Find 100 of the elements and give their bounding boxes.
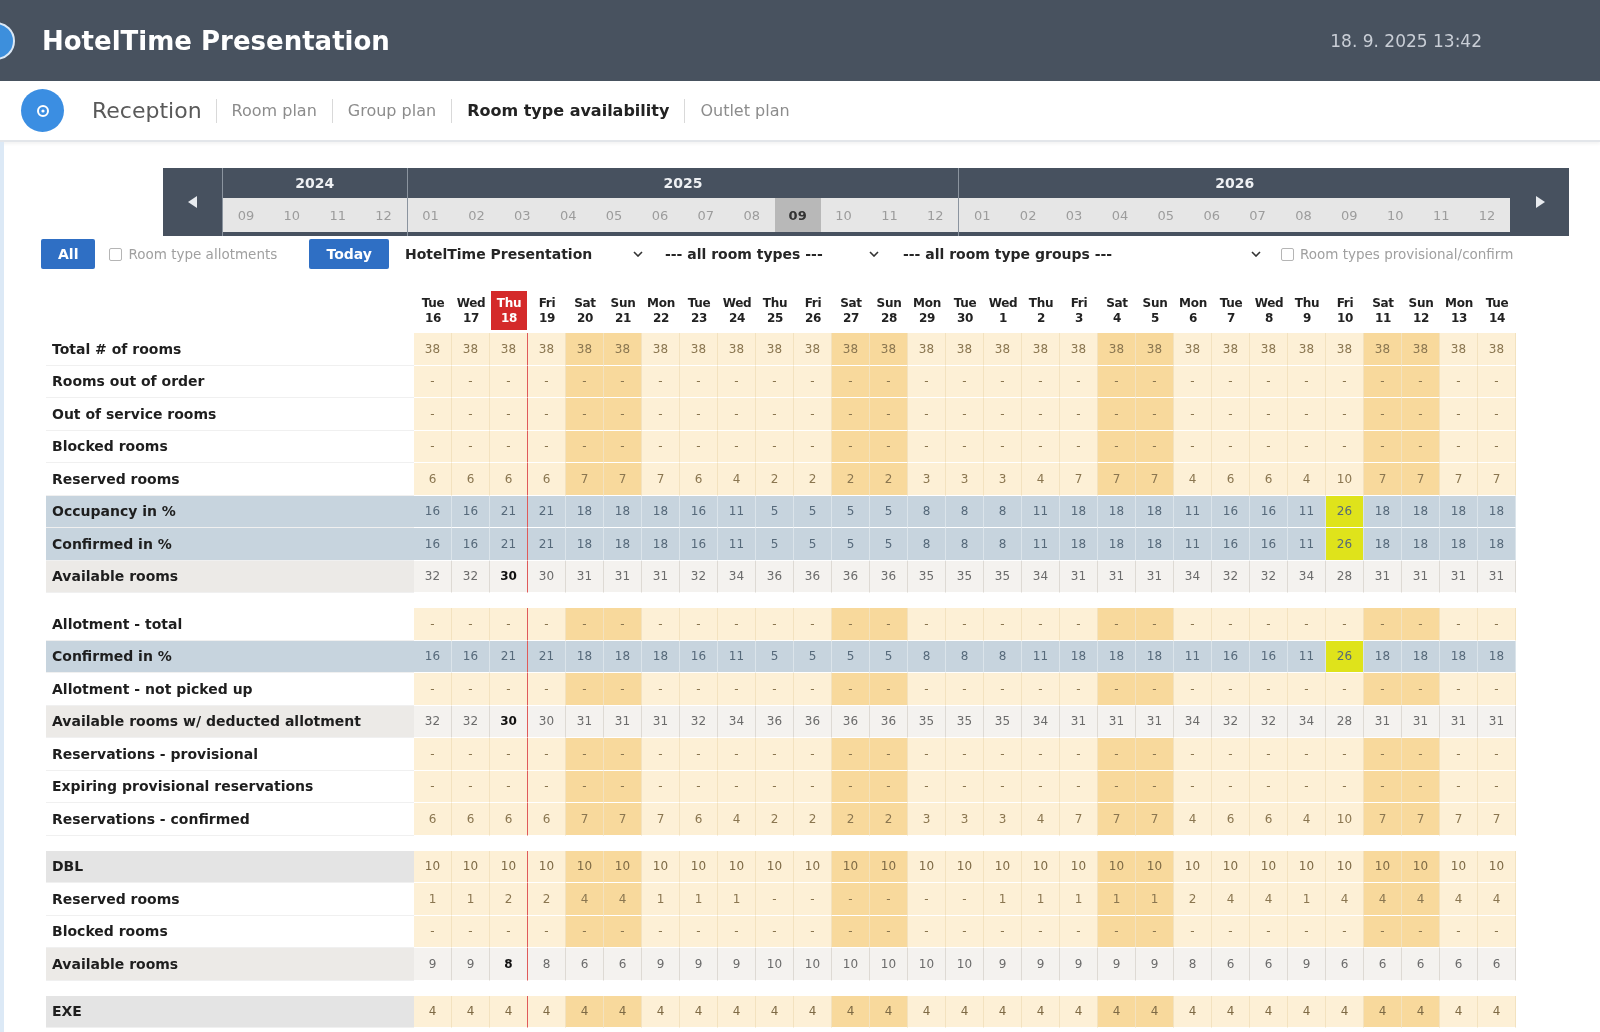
nav-tab[interactable]: Room plan bbox=[215, 98, 332, 123]
module-button[interactable] bbox=[21, 89, 64, 132]
table-cell: - bbox=[1022, 398, 1060, 431]
month-tab[interactable]: 08 bbox=[1280, 198, 1327, 232]
day-name: Sat bbox=[1372, 295, 1394, 311]
table-cell: 10 bbox=[642, 850, 680, 883]
table-cell: 11 bbox=[1288, 528, 1326, 561]
table-cell: 10 bbox=[1364, 850, 1402, 883]
all-button[interactable]: All bbox=[41, 239, 96, 269]
month-tab[interactable]: 06 bbox=[1188, 198, 1235, 232]
month-tab[interactable]: 10 bbox=[1372, 198, 1419, 232]
table-cell: - bbox=[1478, 608, 1516, 641]
table-cell: 16 bbox=[1212, 640, 1250, 673]
table-cell: 10 bbox=[1250, 850, 1288, 883]
month-tab[interactable]: 12 bbox=[360, 198, 407, 232]
table-cell: 38 bbox=[680, 333, 718, 366]
table-cell: 10 bbox=[946, 948, 984, 981]
table-cell: - bbox=[490, 365, 528, 398]
table-cell: - bbox=[528, 430, 566, 463]
month-tab[interactable]: 07 bbox=[682, 198, 729, 232]
checkbox[interactable] bbox=[1280, 247, 1294, 261]
table-cell: 7 bbox=[1440, 803, 1478, 836]
month-tab[interactable]: 11 bbox=[314, 198, 361, 232]
table-cell: 38 bbox=[566, 333, 604, 366]
month-tab[interactable]: 03 bbox=[1051, 198, 1097, 232]
table-cell: - bbox=[642, 398, 680, 431]
table-cell: 31 bbox=[1060, 560, 1098, 593]
month-tab[interactable]: 12 bbox=[1464, 198, 1510, 232]
table-cell: 31 bbox=[1364, 560, 1402, 593]
day-name: Sat bbox=[1106, 295, 1128, 311]
checkbox[interactable] bbox=[109, 247, 123, 261]
month-tab[interactable]: 12 bbox=[912, 198, 959, 232]
dropdown[interactable]: --- all room types --- bbox=[658, 239, 885, 269]
table-cell: - bbox=[1402, 365, 1440, 398]
nav-tab[interactable]: Room type availability bbox=[451, 98, 685, 123]
month-tab[interactable]: 05 bbox=[1142, 198, 1189, 232]
month-tab[interactable]: 02 bbox=[1005, 198, 1052, 232]
month-tab[interactable]: 09 bbox=[774, 198, 821, 232]
month-tab[interactable]: 08 bbox=[728, 198, 775, 232]
table-cell: 34 bbox=[1174, 560, 1212, 593]
table-cell: - bbox=[1288, 915, 1326, 948]
month-tab[interactable]: 01 bbox=[407, 198, 454, 232]
month-tab[interactable]: 07 bbox=[1234, 198, 1281, 232]
month-tab[interactable]: 05 bbox=[591, 198, 638, 232]
table-cell: 30 bbox=[490, 705, 528, 738]
month-tab[interactable]: 09 bbox=[1326, 198, 1373, 232]
table-cell: - bbox=[490, 738, 528, 771]
table-cell: 16 bbox=[452, 528, 490, 561]
nav-tab[interactable]: Group plan bbox=[331, 98, 452, 123]
month-tab[interactable]: 04 bbox=[1096, 198, 1143, 232]
month-tab[interactable]: 11 bbox=[1418, 198, 1465, 232]
dropdown[interactable]: HotelTime Presentation bbox=[398, 239, 649, 269]
table-cell: 3 bbox=[946, 463, 984, 496]
table-cell: 31 bbox=[1402, 705, 1440, 738]
table-cell: 10 bbox=[1174, 850, 1212, 883]
table-cell: - bbox=[832, 398, 870, 431]
table-cell: - bbox=[1174, 738, 1212, 771]
month-tab[interactable]: 04 bbox=[545, 198, 592, 232]
table-cell: - bbox=[718, 770, 756, 803]
table-cell: 10 bbox=[1326, 463, 1364, 496]
table-cell: - bbox=[908, 883, 946, 916]
month-tab[interactable]: 09 bbox=[223, 198, 269, 232]
table-cell: 5 bbox=[794, 640, 832, 673]
table-cell: 32 bbox=[414, 705, 452, 738]
table-cell: 5 bbox=[794, 495, 832, 528]
table-cell: 4 bbox=[1440, 883, 1478, 916]
table-cell: - bbox=[1060, 398, 1098, 431]
month-tab[interactable]: 10 bbox=[268, 198, 315, 232]
month-tab[interactable]: 06 bbox=[637, 198, 683, 232]
table-cell: 7 bbox=[1136, 463, 1174, 496]
table-cell: - bbox=[1402, 770, 1440, 803]
table-cell: 6 bbox=[1440, 948, 1478, 981]
table-cell: - bbox=[1402, 915, 1440, 948]
table-cell: 3 bbox=[984, 463, 1022, 496]
month-tab[interactable]: 02 bbox=[453, 198, 500, 232]
today-button[interactable]: Today bbox=[309, 239, 389, 269]
nav-tab[interactable]: Outlet plan bbox=[684, 98, 805, 123]
table-cell: 16 bbox=[1212, 528, 1250, 561]
table-cell: 34 bbox=[1288, 560, 1326, 593]
table-cell: 4 bbox=[1212, 995, 1250, 1028]
month-tab[interactable]: 11 bbox=[866, 198, 913, 232]
table-cell: - bbox=[604, 915, 642, 948]
table-cell: 6 bbox=[1212, 948, 1250, 981]
table-cell: 6 bbox=[680, 463, 718, 496]
table-cell: - bbox=[566, 738, 604, 771]
table-cell: - bbox=[1326, 365, 1364, 398]
month-tab[interactable]: 03 bbox=[499, 198, 546, 232]
table-cell: 7 bbox=[1478, 463, 1516, 496]
table-cell: - bbox=[1174, 915, 1212, 948]
month-tab[interactable]: 10 bbox=[820, 198, 867, 232]
dropdown[interactable]: --- all room type groups --- bbox=[896, 239, 1267, 269]
day-name: Fri bbox=[538, 295, 556, 311]
table-cell: 4 bbox=[984, 995, 1022, 1028]
table-cell: - bbox=[1364, 738, 1402, 771]
table-cell: 1 bbox=[1136, 883, 1174, 916]
table-cell: - bbox=[566, 673, 604, 706]
month-tab[interactable]: 01 bbox=[959, 198, 1006, 232]
table-cell: - bbox=[1098, 673, 1136, 706]
day-name: Thu bbox=[496, 295, 522, 311]
table-cell: 8 bbox=[946, 528, 984, 561]
